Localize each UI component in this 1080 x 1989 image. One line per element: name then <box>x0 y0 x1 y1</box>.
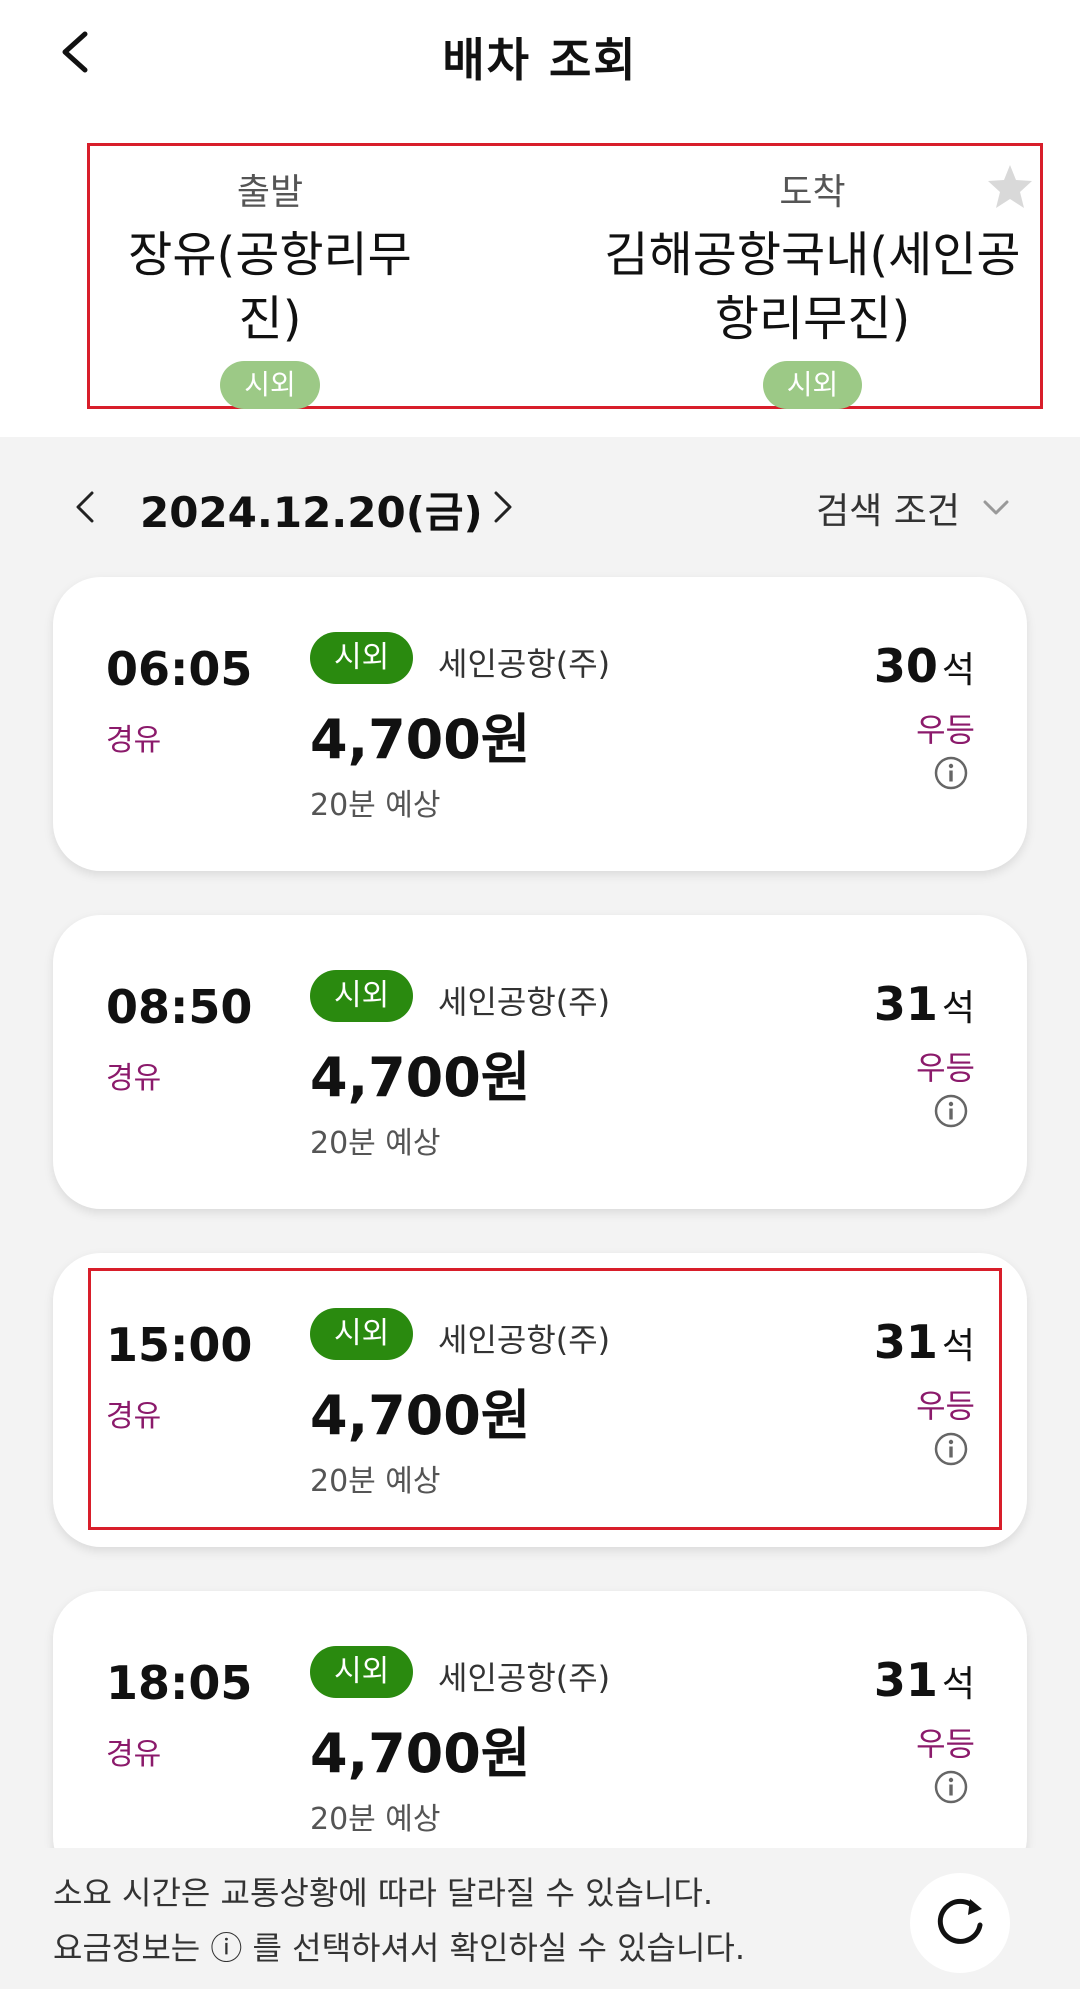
favorite-star-icon[interactable] <box>985 162 1035 212</box>
fare-info-icon[interactable] <box>933 1769 969 1805</box>
departure-type-badge: 시외 <box>220 361 320 409</box>
top-bar: 배차 조회 <box>0 0 1080 110</box>
page-title: 배차 조회 <box>442 33 638 87</box>
seat-count: 31 석 <box>874 1315 975 1369</box>
estimated-duration: 20분 예상 <box>310 1464 441 1499</box>
via-label: 경유 <box>106 1737 162 1772</box>
schedule-card[interactable]: 18:05 경유 시외 세인공항(주) 4,700원 20분 예상 31 석 우… <box>53 1591 1027 1885</box>
departure-name: 장유(공항리무진) <box>128 227 412 347</box>
next-date-button[interactable] <box>478 482 528 532</box>
bus-type-badge: 시외 <box>310 632 414 684</box>
schedule-card[interactable]: 08:50 경유 시외 세인공항(주) 4,700원 20분 예상 31 석 우… <box>53 915 1027 1209</box>
bus-grade: 우등 <box>916 1049 975 1087</box>
schedule-card[interactable]: 15:00 경유 시외 세인공항(주) 4,700원 20분 예상 31 석 우… <box>53 1253 1027 1547</box>
via-label: 경유 <box>106 1399 162 1434</box>
seat-number: 31 <box>873 1315 938 1369</box>
fare-price: 4,700원 <box>310 1384 531 1447</box>
bus-grade: 우등 <box>916 1725 975 1763</box>
selected-card-highlight <box>88 1268 1002 1530</box>
departure-time: 18:05 <box>106 1656 253 1710</box>
company-name: 세인공항(주) <box>438 983 611 1021</box>
selected-date: 2024.12.20(금) <box>140 488 483 537</box>
company-name: 세인공항(주) <box>438 1659 611 1697</box>
bus-grade: 우등 <box>916 711 975 749</box>
notice-duration: 소요 시간은 교통상황에 따라 달라질 수 있습니다. <box>53 1874 714 1912</box>
seat-unit: 석 <box>941 1664 975 1705</box>
seat-count: 30 석 <box>874 639 975 693</box>
fare-price: 4,700원 <box>310 708 531 771</box>
arrival-label: 도착 <box>779 172 846 213</box>
bus-type-badge: 시외 <box>310 1646 414 1698</box>
chevron-down-icon <box>983 500 1009 515</box>
chevron-right-icon <box>494 491 512 523</box>
fare-info-icon[interactable] <box>933 755 969 791</box>
bus-type-badge: 시외 <box>310 1308 414 1360</box>
refresh-icon <box>937 1898 983 1944</box>
seat-count: 31 석 <box>874 977 975 1031</box>
via-label: 경유 <box>106 723 162 758</box>
fare-price: 4,700원 <box>310 1722 531 1785</box>
route-summary: 출발 장유(공항리무진) 시외 도착 김해공항국내(세인공항리무진) 시외 <box>0 110 1080 437</box>
departure-time: 06:05 <box>106 642 253 696</box>
company-name: 세인공항(주) <box>438 1321 611 1359</box>
estimated-duration: 20분 예상 <box>310 1802 441 1837</box>
seat-number: 30 <box>873 639 938 693</box>
company-name: 세인공항(주) <box>438 645 611 683</box>
arrival-type-badge: 시외 <box>762 361 863 409</box>
departure-block: 출발 장유(공항리무진) 시외 <box>100 163 440 409</box>
fare-price: 4,700원 <box>310 1046 531 1109</box>
footer-notice: 소요 시간은 교통상황에 따라 달라질 수 있습니다. 요금정보는 ⓘ 를 선택… <box>0 1848 1080 1989</box>
arrival-name: 김해공항국내(세인공항리무진) <box>604 227 1021 347</box>
seat-unit: 석 <box>941 1326 975 1367</box>
seat-count: 31 석 <box>874 1653 975 1707</box>
seat-unit: 석 <box>941 988 975 1029</box>
bus-type-badge: 시외 <box>310 970 414 1022</box>
seat-number: 31 <box>873 1653 938 1707</box>
search-conditions-label: 검색 조건 <box>816 491 960 532</box>
schedule-card[interactable]: 06:05 경유 시외 세인공항(주) 4,700원 20분 예상 30 석 우… <box>53 577 1027 871</box>
chevron-left-icon <box>76 491 94 523</box>
refresh-button[interactable] <box>910 1873 1010 1973</box>
arrival-block: 도착 김해공항국내(세인공항리무진) 시외 <box>600 163 1025 409</box>
bus-grade: 우등 <box>916 1387 975 1425</box>
fare-info-icon[interactable] <box>933 1431 969 1467</box>
departure-time: 15:00 <box>106 1318 253 1372</box>
departure-time: 08:50 <box>106 980 253 1034</box>
estimated-duration: 20분 예상 <box>310 788 441 823</box>
notice-fare-info: 요금정보는 ⓘ 를 선택하셔서 확인하실 수 있습니다. <box>53 1929 746 1967</box>
departure-label: 출발 <box>236 172 304 213</box>
seat-number: 31 <box>873 977 938 1031</box>
search-conditions-button[interactable]: 검색 조건 <box>816 482 1010 534</box>
fare-info-icon[interactable] <box>933 1093 969 1129</box>
estimated-duration: 20분 예상 <box>310 1126 441 1161</box>
prev-date-button[interactable] <box>60 482 110 532</box>
date-bar: 2024.12.20(금) 검색 조건 <box>0 437 1080 577</box>
via-label: 경유 <box>106 1061 162 1096</box>
seat-unit: 석 <box>941 650 975 691</box>
